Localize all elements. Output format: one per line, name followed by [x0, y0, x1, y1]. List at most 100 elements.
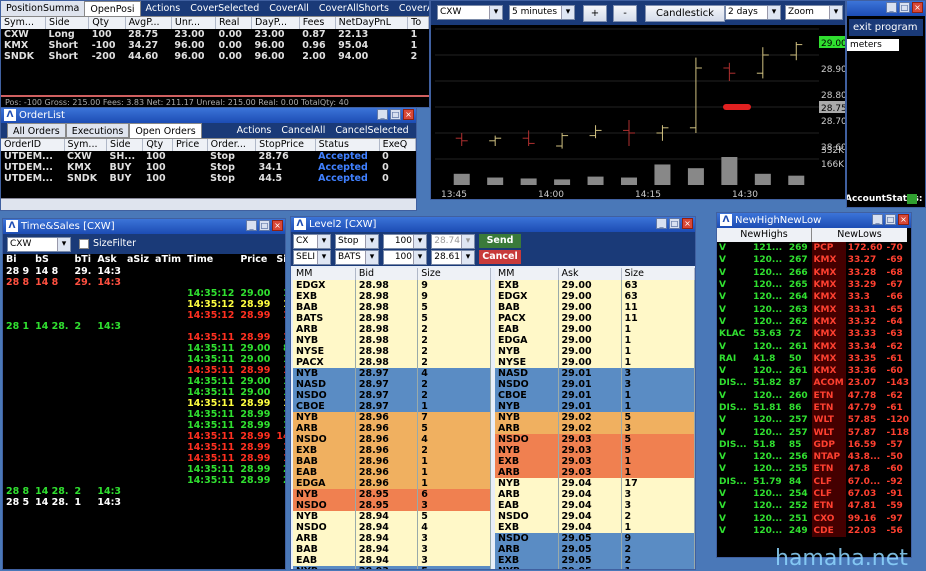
- list-item[interactable]: V 121... 269: [717, 242, 812, 254]
- book-row[interactable]: ARB 28.96 5: [293, 423, 491, 434]
- l2-symbol-input[interactable]: CX: [293, 234, 331, 249]
- zoom-in-button[interactable]: +: [583, 5, 607, 22]
- book-row[interactable]: NSDO 28.95 3: [293, 500, 491, 511]
- table-row[interactable]: UTDEM... KMX BUY 100 Stop 34.1 Accepted 0: [1, 162, 416, 173]
- maximize-icon[interactable]: □: [899, 2, 910, 13]
- table-row[interactable]: KMX Short -100 34.27 96.00 0.00 96.00 0.96 95.04…: [1, 40, 429, 51]
- parameters-tab[interactable]: meters: [847, 39, 899, 51]
- book-row[interactable]: NSDO 29.04 2: [495, 511, 695, 522]
- maximize-icon[interactable]: □: [259, 220, 270, 231]
- book-row[interactable]: PACX 28.98 2: [293, 357, 491, 368]
- book-row[interactable]: EXB 29.05 2: [495, 555, 695, 566]
- cover-all-button[interactable]: CoverAll: [264, 1, 314, 16]
- cover-all-shorts-button[interactable]: CoverAllShorts: [314, 1, 394, 16]
- tab-all-orders[interactable]: All Orders: [7, 123, 66, 138]
- column-header[interactable]: aTim: [152, 254, 185, 266]
- book-row[interactable]: EXB 28.98 9: [293, 291, 491, 302]
- column-header[interactable]: Size: [621, 268, 695, 280]
- list-item[interactable]: KMX 33.33 -63: [811, 328, 911, 341]
- book-row[interactable]: CBOE 29.01 1: [495, 390, 695, 401]
- book-row[interactable]: NYSE 29.00 1: [495, 357, 695, 368]
- column-header[interactable]: Size: [417, 268, 491, 280]
- chart-zoom-select[interactable]: Zoom: [785, 5, 843, 20]
- column-header[interactable]: Size: [273, 254, 285, 266]
- book-row[interactable]: CBOE 28.97 1: [293, 401, 491, 412]
- column-header[interactable]: Sym...: [64, 139, 107, 151]
- column-header[interactable]: Bid: [355, 268, 419, 280]
- column-header[interactable]: Order...: [207, 139, 257, 151]
- list-item[interactable]: DIS... 51.81 86: [717, 402, 812, 414]
- cover-all-longs-button[interactable]: CoverAllLongs: [394, 1, 429, 16]
- column-header[interactable]: Side: [45, 17, 90, 29]
- list-item[interactable]: DIS... 51.79 84: [717, 476, 812, 488]
- book-row[interactable]: EAB 29.00 1: [495, 324, 695, 335]
- book-row[interactable]: NASD 29.01 3: [495, 368, 695, 379]
- qty-input-2[interactable]: 100: [383, 250, 427, 265]
- zoom-out-button[interactable]: -: [613, 5, 637, 22]
- book-row[interactable]: NYB 28.98 2: [293, 335, 491, 346]
- list-item[interactable]: KMX 33.28 -68: [811, 266, 911, 279]
- actions-button[interactable]: Actions: [141, 1, 186, 16]
- book-row[interactable]: EXB 29.00 63: [495, 280, 695, 291]
- list-item[interactable]: CLF 67.0... -92: [811, 475, 911, 488]
- send-button[interactable]: Send: [479, 234, 521, 248]
- close-icon[interactable]: ×: [272, 220, 283, 231]
- book-row[interactable]: NSDO 29.03 5: [495, 434, 695, 445]
- side-select[interactable]: SELI: [293, 250, 331, 265]
- book-row[interactable]: NSDO 28.96 4: [293, 434, 491, 445]
- ts-symbol-select[interactable]: CXW: [7, 237, 71, 252]
- list-item[interactable]: V 120... 263: [717, 303, 812, 315]
- exit-program-button[interactable]: exit program: [849, 19, 923, 36]
- route-select[interactable]: BATS: [335, 250, 379, 265]
- minimize-icon[interactable]: _: [246, 220, 257, 231]
- list-item[interactable]: ACOM 23.07 -143: [811, 377, 911, 390]
- list-item[interactable]: PCP 172.60 -70: [811, 242, 911, 255]
- orders-scrollbar[interactable]: [1, 198, 416, 210]
- book-row[interactable]: BAB 28.98 5: [293, 302, 491, 313]
- list-item[interactable]: ETN 47.81 -59: [811, 500, 911, 513]
- column-header[interactable]: Side: [106, 139, 144, 151]
- book-row[interactable]: NSDO 28.97 2: [293, 390, 491, 401]
- list-item[interactable]: KMX 33.27 -69: [811, 254, 911, 267]
- minimize-icon[interactable]: _: [377, 109, 388, 120]
- list-item[interactable]: GDP 16.59 -57: [811, 438, 911, 452]
- close-icon[interactable]: ×: [912, 2, 923, 13]
- book-row[interactable]: EDGA 28.96 1: [293, 478, 491, 489]
- book-row[interactable]: ARB 29.04 3: [495, 489, 695, 500]
- list-item[interactable]: KMX 33.35 -61: [811, 352, 911, 365]
- list-item[interactable]: CXO 99.16 -97: [811, 512, 911, 525]
- close-icon[interactable]: ×: [682, 218, 693, 229]
- cancel-button[interactable]: Cancel: [479, 250, 521, 264]
- list-item[interactable]: V 120... 262: [717, 316, 812, 328]
- list-item[interactable]: DIS... 51.8 85: [717, 439, 812, 451]
- list-item[interactable]: ETN 47.78 -62: [811, 389, 911, 402]
- minimize-icon[interactable]: _: [656, 218, 667, 229]
- size-filter-checkbox[interactable]: [79, 239, 89, 249]
- book-row[interactable]: EDGX 28.98 9: [293, 280, 491, 291]
- column-header[interactable]: MM: [293, 268, 356, 280]
- column-header[interactable]: Real: [215, 17, 252, 29]
- cover-selected-button[interactable]: CoverSelected: [185, 1, 264, 16]
- chart-style-button[interactable]: Candlestick: [645, 5, 725, 22]
- table-row[interactable]: CXW Long 100 28.75 23.00 0.00 23.00 0.87 22.13 1: [1, 29, 429, 40]
- tab-open-orders[interactable]: Open Orders: [129, 123, 202, 138]
- column-header[interactable]: Price: [237, 254, 274, 266]
- tab-executions[interactable]: Executions: [65, 123, 130, 138]
- column-header[interactable]: Unr...: [171, 17, 216, 29]
- list-item[interactable]: KMX 33.34 -62: [811, 340, 911, 353]
- price-input-1[interactable]: 28.74: [431, 234, 475, 249]
- list-item[interactable]: V 120... 257: [717, 426, 812, 438]
- order-actions-button[interactable]: Actions: [232, 123, 277, 138]
- column-header[interactable]: bTi: [71, 254, 95, 266]
- column-header[interactable]: Ask: [94, 254, 124, 266]
- chart-range-select[interactable]: 2 days: [725, 5, 781, 20]
- table-row[interactable]: UTDEM... SNDK BUY 100 Stop 44.5 Accepted 0: [1, 173, 416, 184]
- order-type-select[interactable]: Stop: [335, 234, 379, 249]
- maximize-icon[interactable]: □: [390, 109, 401, 120]
- column-header[interactable]: StopPrice: [255, 139, 316, 151]
- book-row[interactable]: PACX 29.00 11: [495, 313, 695, 324]
- book-row[interactable]: NYB 29.01 1: [495, 401, 695, 412]
- book-row[interactable]: NYB 29.03 5: [495, 445, 695, 456]
- book-row[interactable]: NYSE 28.98 2: [293, 346, 491, 357]
- list-item[interactable]: V 120... 252: [717, 500, 812, 512]
